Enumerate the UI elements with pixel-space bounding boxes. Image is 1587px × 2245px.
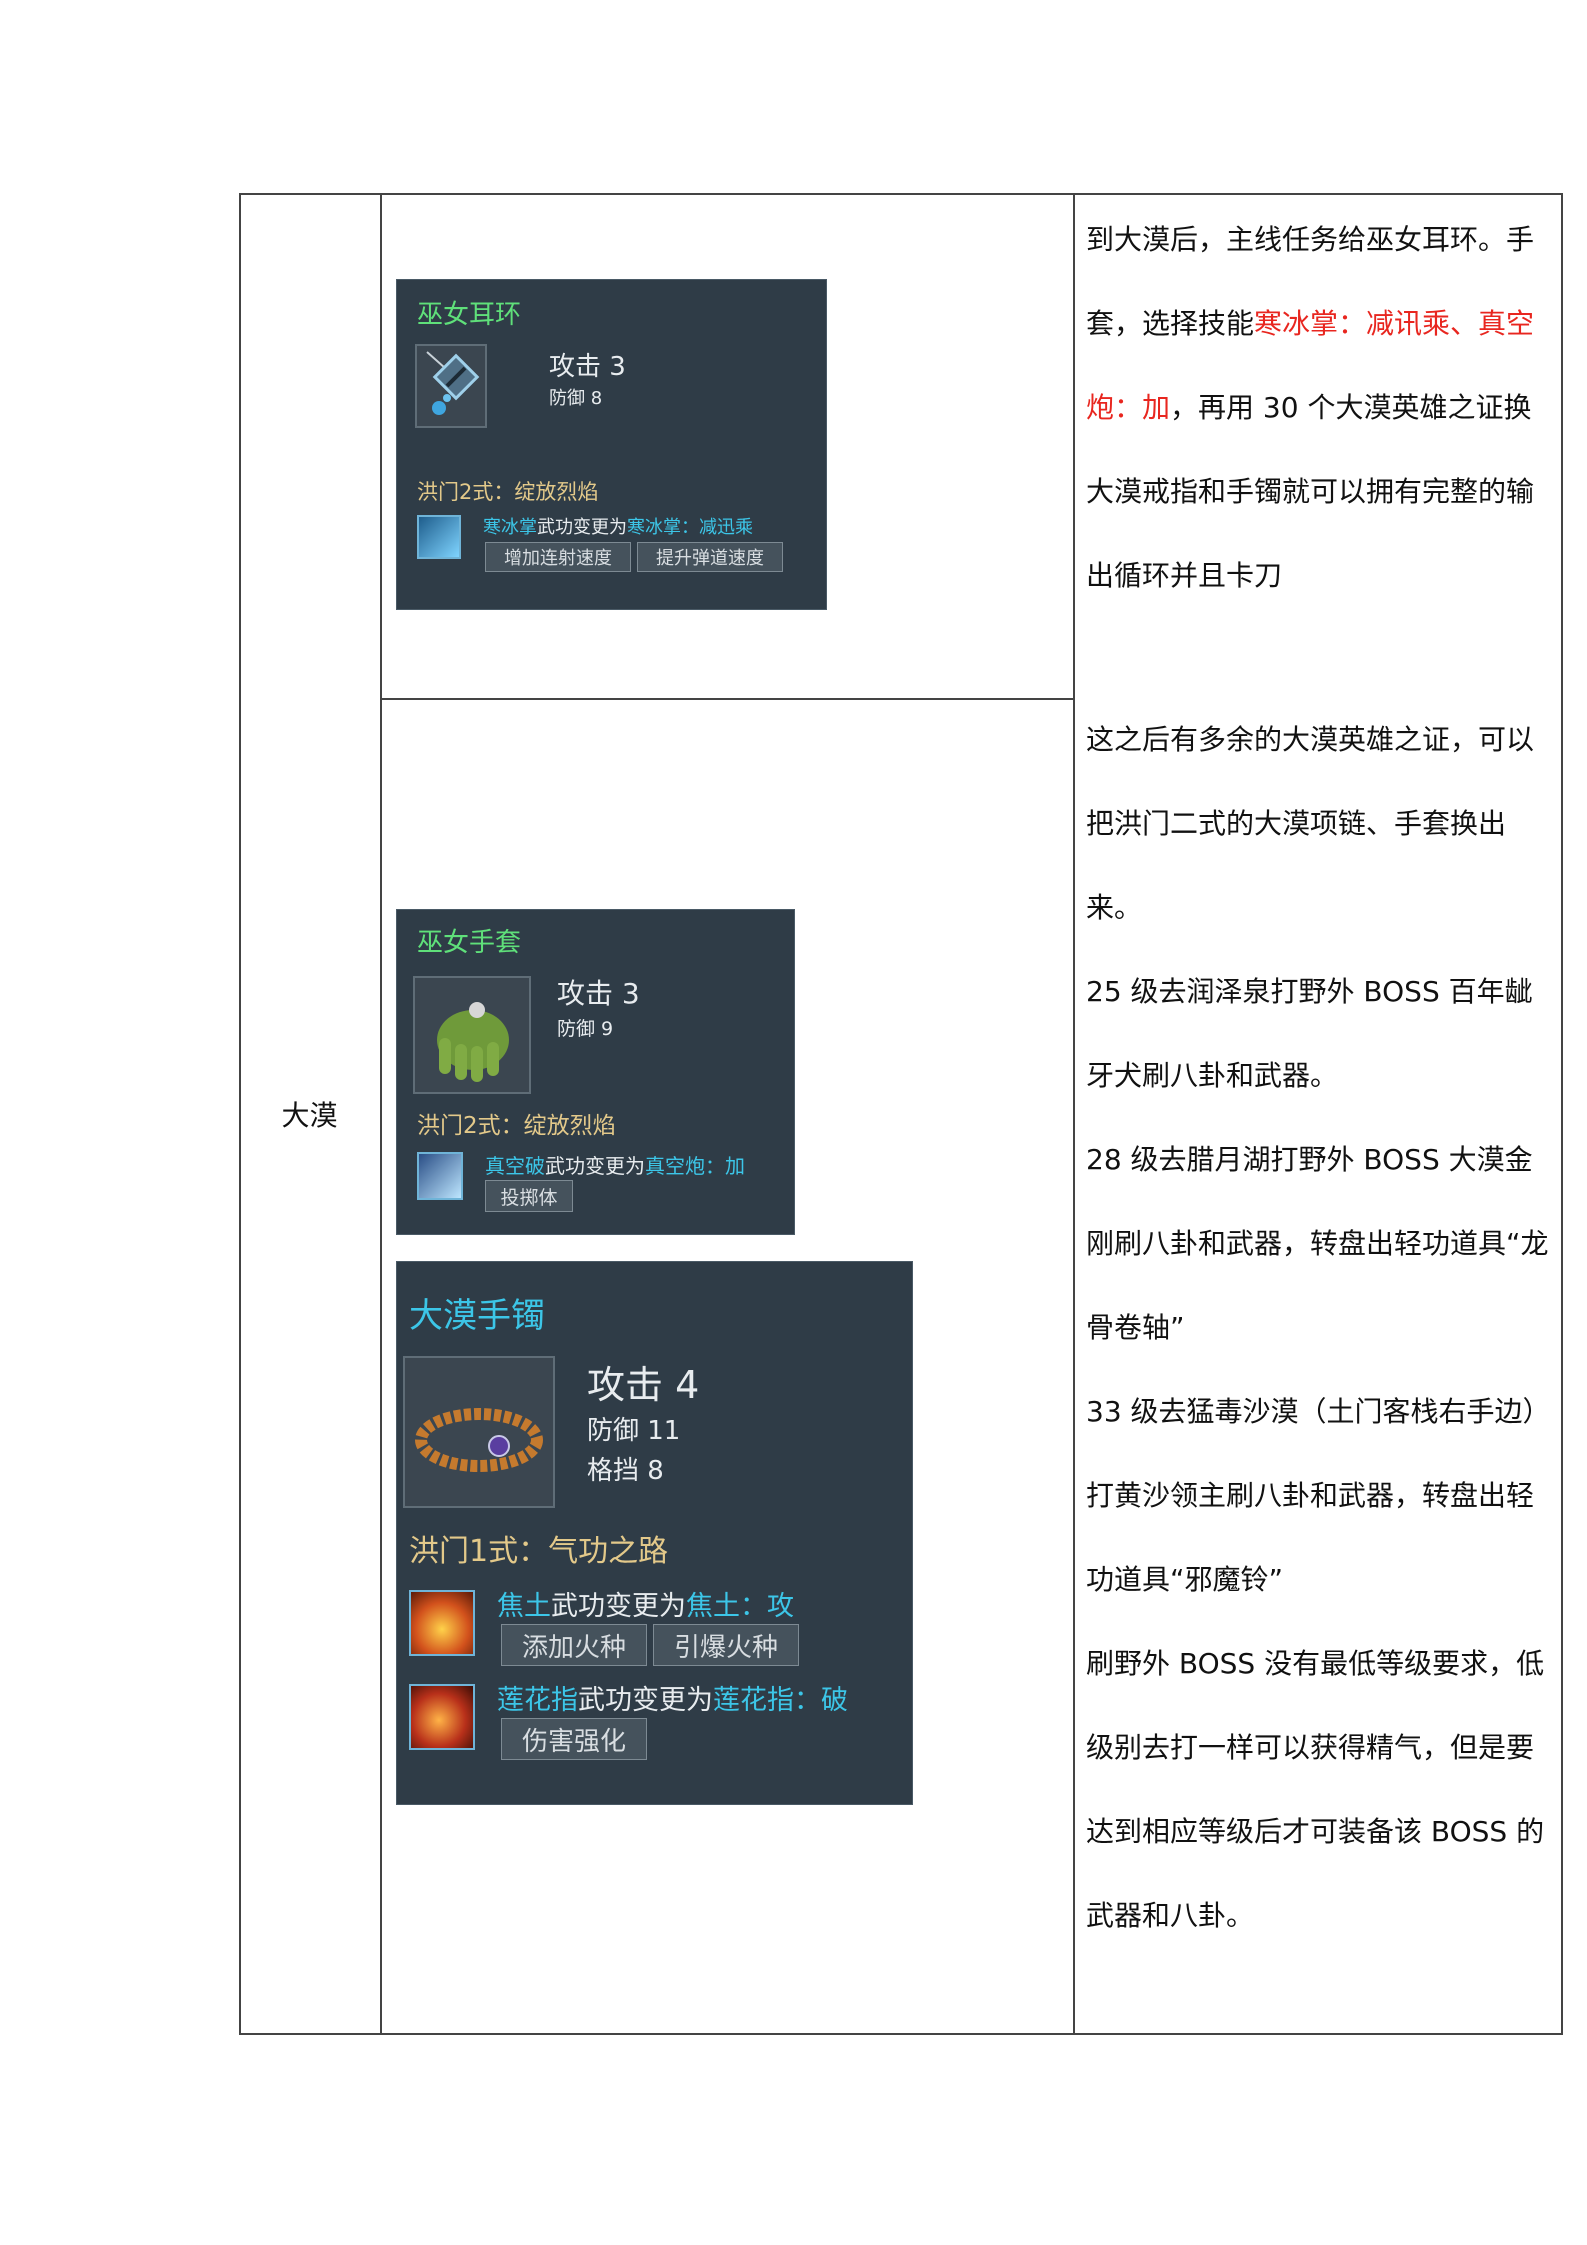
guide-paragraph-3: 25 级去润泽泉打野外 BOSS 百年龇牙犬刷八卦和武器。 28 级去腊月湖打野… [1086,950,1556,1958]
set-bonus: 洪门1式：气功之路 [409,1534,669,1569]
skill-variant: 焦土：攻 [686,1591,794,1622]
skill-variant: 莲花指：破 [713,1685,848,1716]
table-border-top [239,193,1563,195]
skill-change-text: 武功变更为 [578,1685,713,1716]
skill-tag: 提升弹道速度 [637,542,783,572]
item-card-gloves: 巫女手套 攻击 3 防御 9 洪门2式：绽放烈焰 真空破武功变更为真空炮：加 投… [396,909,795,1235]
column-divider-1 [380,193,382,2035]
bracelet-icon [403,1356,555,1508]
earring-icon [415,344,487,428]
set-bonus: 洪门2式：绽放烈焰 [417,1113,616,1139]
table-border-right [1561,193,1563,2035]
skill-name: 寒冰掌 [483,517,537,538]
guide-text: 33 级去猛毒沙漠（土门客栈右手边）打黄沙领主刷八卦和武器，转盘出轻功道具“邪魔… [1086,1395,1551,1596]
item-name: 大漠手镯 [409,1296,545,1336]
ice-palm-skill-icon [417,515,461,559]
scorched-earth-skill-icon [409,1590,475,1656]
skill-change: 焦土武功变更为焦土：攻 [497,1584,794,1623]
skill-tag: 投掷体 [485,1180,573,1212]
skill-variant: 寒冰掌：减迅乘 [627,517,753,538]
skill-change: 寒冰掌武功变更为寒冰掌：减迅乘 [483,513,753,539]
item-card-bracelet: 大漠手镯 攻击 4 防御 11 格挡 8 洪门1式：气功之路 焦土武功变更为焦土… [396,1261,913,1805]
lotus-finger-skill-icon [409,1684,475,1750]
skill-change-text: 武功变更为 [551,1591,686,1622]
skill-tag: 添加火种 [501,1624,647,1666]
skill-change-text: 武功变更为 [545,1154,645,1178]
skill-tag: 增加连射速度 [485,542,631,572]
skill-change: 莲花指武功变更为莲花指：破 [497,1678,848,1717]
column-divider-2 [1073,193,1075,2035]
defense-stat: 防御 8 [549,388,603,409]
skill-name: 真空破 [485,1154,545,1178]
table-border-bottom [239,2033,1563,2035]
skill-change-text: 武功变更为 [537,517,627,538]
gloves-icon [413,976,531,1094]
skill-tag: 伤害强化 [501,1718,647,1760]
guide-text: 28 级去腊月湖打野外 BOSS 大漠金刚刷八卦和武器，转盘出轻功道具“龙骨卷轴… [1086,1143,1549,1344]
guide-paragraph-2: 这之后有多余的大漠英雄之证，可以把洪门二式的大漠项链、手套换出来。 [1086,698,1556,950]
attack-stat: 攻击 3 [549,352,626,382]
set-bonus: 洪门2式：绽放烈焰 [417,480,599,504]
skill-name: 莲花指 [497,1685,578,1716]
attack-stat: 攻击 3 [557,977,640,1010]
item-card-earring: 巫女耳环 攻击 3 防御 8 洪门2式：绽放烈焰 寒冰掌武功变更为寒冰掌：减迅乘… [396,279,827,610]
vacuum-skill-icon [417,1152,463,1200]
skill-tag: 引爆火种 [653,1624,799,1666]
skill-name: 焦土 [497,1591,551,1622]
guide-text: 25 级去润泽泉打野外 BOSS 百年龇牙犬刷八卦和武器。 [1086,975,1533,1092]
skill-variant: 真空炮：加 [645,1154,745,1178]
guide-text: 刷野外 BOSS 没有最低等级要求，低级别去打一样可以获得精气，但是要达到相应等… [1086,1647,1545,1932]
attack-stat: 攻击 4 [587,1363,700,1407]
row-divider [380,698,1075,700]
item-name: 巫女手套 [417,928,522,958]
defense-stat: 防御 9 [557,1018,614,1040]
item-name: 巫女耳环 [417,300,522,330]
block-stat: 格挡 8 [587,1456,664,1486]
region-label: 大漠 [281,1099,338,1132]
guide-paragraph-1: 到大漠后，主线任务给巫女耳环。手套，选择技能寒冰掌：减讯乘、真空炮：加，再用 3… [1086,198,1556,618]
skill-change: 真空破武功变更为真空炮：加 [485,1150,745,1179]
defense-stat: 防御 11 [587,1416,681,1446]
guide-text: 这之后有多余的大漠英雄之证，可以把洪门二式的大漠项链、手套换出来。 [1086,723,1535,924]
equipment-table: 大漠 到大漠后，主线任务给巫女耳环。手套，选择技能寒冰掌：减讯乘、真空炮：加，再… [239,193,1563,2035]
